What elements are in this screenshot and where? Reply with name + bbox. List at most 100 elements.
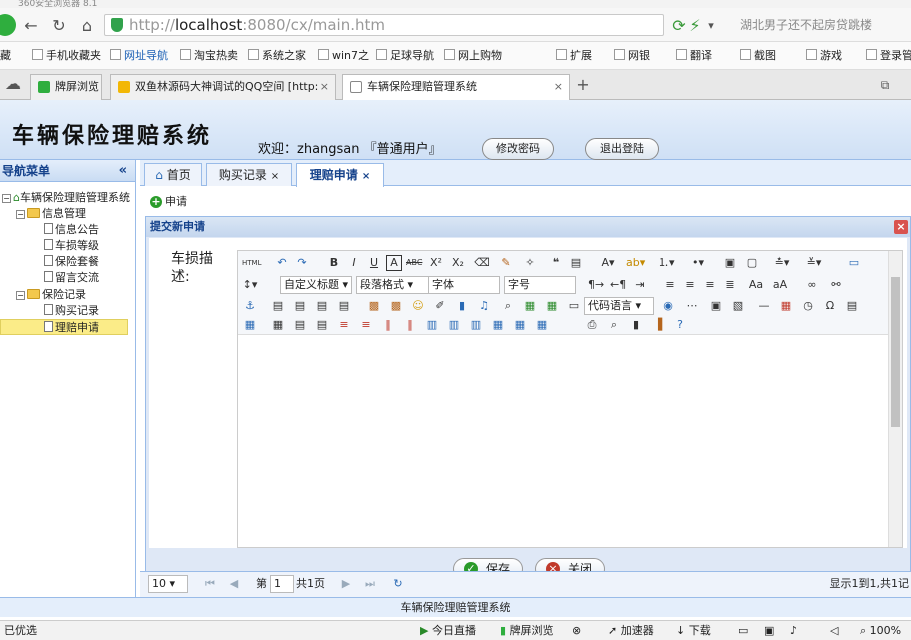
download-button[interactable]: ↓ 下载 bbox=[676, 623, 711, 639]
browser-tab-active[interactable]: 车辆保险理赔管理系统 × bbox=[342, 74, 570, 101]
fav-item[interactable]: 足球导航 bbox=[376, 48, 434, 64]
drafts-icon[interactable]: ▮ bbox=[628, 317, 644, 333]
blockquote-icon[interactable]: ❝ bbox=[548, 255, 564, 271]
paragraph-select[interactable]: 段落格式 ▾ bbox=[356, 276, 430, 294]
row-spacing-bottom-icon[interactable]: ≚▾ bbox=[806, 255, 822, 271]
eraser-icon[interactable]: ⌫ bbox=[474, 255, 490, 271]
restore-tab-icon[interactable]: ⧉ bbox=[876, 76, 894, 94]
fav-item[interactable]: 手机收藏夹 bbox=[32, 48, 101, 64]
unlink-icon[interactable]: ⚯ bbox=[828, 277, 844, 293]
insert-col-icon[interactable]: ‖ bbox=[380, 317, 396, 333]
fav-item[interactable]: 翻译 bbox=[676, 48, 712, 64]
font-size-select[interactable]: 字号 bbox=[504, 276, 576, 294]
template-icon[interactable]: ▣ bbox=[708, 298, 724, 314]
cloud-icon[interactable]: ☁ bbox=[4, 75, 22, 93]
refresh-icon[interactable]: ↻ bbox=[390, 576, 406, 592]
tree-item-purchase[interactable]: 购买记录 bbox=[44, 303, 99, 319]
multi-image-icon[interactable]: ▩ bbox=[388, 298, 404, 314]
logout-button[interactable]: 退出登陆 bbox=[585, 138, 659, 160]
url-dropdown-icon[interactable]: ▾ bbox=[702, 17, 720, 35]
fav-item[interactable]: 网址导航 bbox=[110, 48, 168, 64]
fav-item[interactable]: 登录管 bbox=[866, 48, 911, 64]
lowercase-icon[interactable]: aA bbox=[772, 277, 788, 293]
fav-item[interactable]: 藏 bbox=[0, 48, 11, 64]
pagebreak-icon[interactable]: ⋯ bbox=[684, 298, 700, 314]
change-password-button[interactable]: 修改密码 bbox=[482, 138, 554, 160]
back-icon[interactable]: ← bbox=[22, 17, 40, 35]
delete-table-icon[interactable]: ▦ bbox=[270, 317, 286, 333]
font-family-select[interactable]: 字体 bbox=[428, 276, 500, 294]
live-button[interactable]: ▶ 今日直播 bbox=[420, 623, 476, 639]
autoformat-icon[interactable]: ✧ bbox=[522, 255, 538, 271]
webapp-icon[interactable]: ◉ bbox=[660, 298, 676, 314]
fav-item[interactable]: 扩展 bbox=[556, 48, 592, 64]
split-rows-icon[interactable]: ▦ bbox=[512, 317, 528, 333]
line-height-icon[interactable]: ↕▾ bbox=[242, 277, 258, 293]
fav-item[interactable]: 截图 bbox=[740, 48, 776, 64]
insert-paragraph-icon[interactable]: ▤ bbox=[292, 317, 308, 333]
fav-item[interactable]: 游戏 bbox=[806, 48, 842, 64]
fav-item[interactable]: win7之 bbox=[318, 48, 369, 64]
split-cells-icon[interactable]: ▦ bbox=[490, 317, 506, 333]
new-tab-button[interactable]: + bbox=[574, 76, 592, 94]
horizontal-rule-icon[interactable]: — bbox=[756, 298, 772, 314]
merge-right-icon[interactable]: ▥ bbox=[446, 317, 462, 333]
shield-icon[interactable]: ⊗ bbox=[572, 623, 581, 639]
html-source-icon[interactable]: HTML bbox=[242, 255, 261, 271]
italic-icon[interactable]: I bbox=[346, 255, 362, 271]
bold-icon[interactable]: B bbox=[326, 255, 342, 271]
attachment-icon[interactable]: ⌕ bbox=[500, 298, 516, 314]
apply-button[interactable]: + 申请 bbox=[150, 195, 187, 208]
refresh-icon[interactable]: ↻ bbox=[50, 17, 68, 35]
insert-image-icon[interactable]: ▩ bbox=[366, 298, 382, 314]
search-input[interactable]: 湖北男子还不起房贷跳楼 bbox=[722, 14, 911, 36]
image-right-icon[interactable]: ▤ bbox=[314, 298, 330, 314]
tree-folder-info[interactable]: − 信息管理 bbox=[16, 206, 86, 222]
delete-col-icon[interactable]: ‖ bbox=[402, 317, 418, 333]
undo-icon[interactable]: ↶ bbox=[274, 255, 290, 271]
align-right-icon[interactable]: ≡ bbox=[702, 277, 718, 293]
font-color-icon[interactable]: A▾ bbox=[600, 255, 616, 271]
screen-icon[interactable]: ▭ bbox=[738, 623, 748, 639]
border-text-icon[interactable]: A bbox=[386, 255, 402, 271]
subscript-icon[interactable]: X₂ bbox=[450, 255, 466, 271]
clear-doc-icon[interactable]: ▢ bbox=[744, 255, 760, 271]
align-center-icon[interactable]: ≡ bbox=[682, 277, 698, 293]
format-painter-icon[interactable]: ✎ bbox=[498, 255, 514, 271]
browser-tab[interactable]: 牌屏浏览 bbox=[30, 74, 102, 100]
browser-tab[interactable]: 双鱼林源码大神调试的QQ空间 [http: × bbox=[110, 74, 336, 100]
speaker-icon[interactable]: ◁ bbox=[830, 623, 838, 639]
tab-claim[interactable]: 理赔申请 × bbox=[296, 163, 384, 187]
url-input[interactable]: http://localhost:8080/cx/main.htm bbox=[104, 14, 664, 36]
uppercase-icon[interactable]: Aa bbox=[748, 277, 764, 293]
fav-item[interactable]: 淘宝热卖 bbox=[180, 48, 238, 64]
first-page-icon[interactable]: ⏮ bbox=[202, 576, 218, 592]
time-icon[interactable]: ◷ bbox=[800, 298, 816, 314]
row-spacing-top-icon[interactable]: ≛▾ bbox=[774, 255, 790, 271]
browser-logo-icon[interactable] bbox=[0, 14, 16, 36]
justify-icon[interactable]: ≣ bbox=[722, 277, 738, 293]
rtl-icon[interactable]: ←¶ bbox=[610, 277, 626, 293]
next-page-icon[interactable]: ▶ bbox=[338, 576, 354, 592]
indent-icon[interactable]: ⇥ bbox=[632, 277, 648, 293]
tree-item-claim-selected[interactable]: 理赔申请 bbox=[0, 319, 128, 335]
insert-row-icon[interactable]: ≡ bbox=[336, 317, 352, 333]
background-icon[interactable]: ▧ bbox=[730, 298, 746, 314]
scrawl-icon[interactable]: ✐ bbox=[432, 298, 448, 314]
split-cols-icon[interactable]: ▦ bbox=[534, 317, 550, 333]
page-size-select[interactable]: 10 ▾ bbox=[148, 575, 188, 593]
emotion-icon[interactable]: ☺ bbox=[410, 298, 426, 314]
scrollbar-thumb[interactable] bbox=[891, 277, 900, 427]
frame-icon[interactable]: ▭ bbox=[566, 298, 582, 314]
tab-home[interactable]: ⌂ 首页 bbox=[144, 163, 202, 186]
date-icon[interactable]: ▦ bbox=[778, 298, 794, 314]
image-left-icon[interactable]: ▤ bbox=[292, 298, 308, 314]
tree-item-insurance-package[interactable]: 保险套餐 bbox=[44, 254, 99, 270]
custom-heading-select[interactable]: 自定义标题 ▾ bbox=[280, 276, 352, 294]
prev-page-icon[interactable]: ◀ bbox=[226, 576, 242, 592]
preview-icon[interactable]: ▭ bbox=[846, 255, 862, 271]
tab-purchase[interactable]: 购买记录 × bbox=[206, 163, 292, 186]
tree-folder-records[interactable]: − 保险记录 bbox=[16, 287, 86, 303]
last-page-icon[interactable]: ⏭ bbox=[362, 576, 378, 592]
search-replace-icon[interactable]: ⌕ bbox=[606, 317, 622, 333]
